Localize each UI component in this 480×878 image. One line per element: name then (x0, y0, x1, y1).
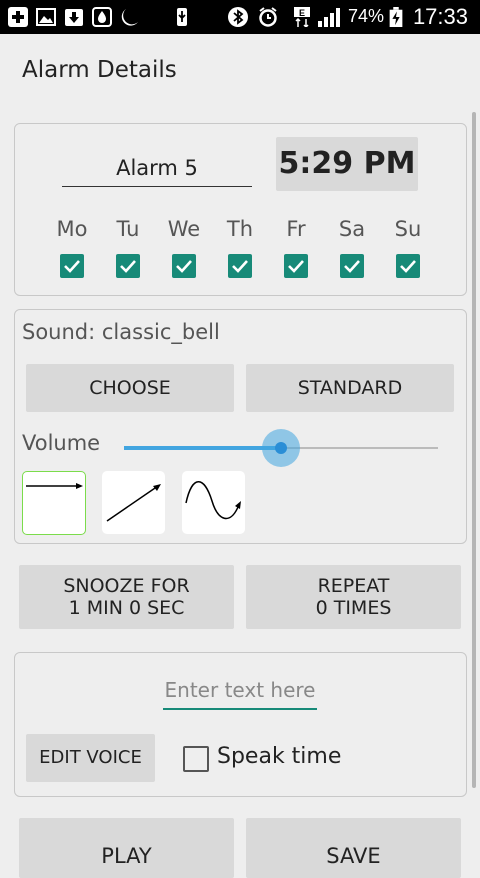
day-checkbox-mo[interactable] (60, 254, 84, 278)
volume-label: Volume (22, 431, 101, 455)
water-drop-icon (92, 7, 112, 27)
checkmark-icon (64, 260, 80, 273)
day-label-su: Su (394, 217, 422, 241)
alarm-clock-icon (259, 7, 277, 27)
volume-curve-linear-button[interactable] (102, 471, 165, 534)
scrollbar[interactable] (472, 112, 476, 788)
day-checkbox-we[interactable] (172, 254, 196, 278)
status-bar: E 74% 17:33 (0, 0, 480, 34)
day-checkbox-sa[interactable] (340, 254, 364, 278)
day-label-fr: Fr (286, 217, 306, 241)
signal-bars-icon (318, 8, 340, 27)
checkmark-icon (232, 260, 248, 273)
sound-label: Sound: classic_bell (22, 320, 220, 344)
battery-charging-icon (389, 7, 403, 27)
snooze-button[interactable]: SNOOZE FOR 1 MIN 0 SEC (19, 565, 234, 629)
save-button-label: SAVE (326, 844, 381, 868)
download-icon (65, 9, 83, 26)
edit-voice-button[interactable]: EDIT VOICE (26, 734, 155, 782)
day-label-tu: Tu (116, 217, 140, 241)
choose-sound-button[interactable]: CHOOSE (26, 364, 234, 412)
svg-text:E: E (299, 8, 305, 18)
day-checkbox-th[interactable] (228, 254, 252, 278)
usb-icon (177, 8, 187, 26)
battery-percent: 74% (348, 6, 385, 26)
alarm-time-button[interactable]: 5:29 PM (276, 137, 418, 191)
constant-curve-icon (26, 483, 83, 489)
speak-time-checkbox[interactable] (183, 746, 209, 772)
checkmark-icon (120, 260, 136, 273)
day-checkbox-su[interactable] (396, 254, 420, 278)
day-label-th: Th (226, 217, 254, 241)
day-label-we: We (167, 217, 201, 241)
volume-curve-constant-button[interactable] (22, 471, 86, 535)
checkmark-icon (344, 260, 360, 273)
snooze-button-line2: 1 MIN 0 SEC (68, 597, 185, 619)
wave-curve-icon (185, 481, 241, 520)
snooze-button-line1: SNOOZE FOR (63, 575, 190, 597)
image-icon (36, 8, 56, 26)
clock-time: 17:33 (412, 4, 468, 29)
day-checkbox-fr[interactable] (284, 254, 308, 278)
bluetooth-icon (228, 7, 248, 27)
voice-text-input[interactable]: Enter text here (163, 676, 317, 710)
volume-slider-fill (124, 446, 282, 450)
plus-icon (8, 7, 28, 27)
repeat-button-line2: 0 TIMES (315, 597, 392, 619)
day-checkbox-tu[interactable] (116, 254, 140, 278)
alarm-name-field[interactable]: Alarm 5 (62, 150, 252, 187)
standard-sound-button[interactable]: STANDARD (246, 364, 454, 412)
play-button-label: PLAY (101, 844, 152, 868)
repeat-button-line1: REPEAT (317, 575, 390, 597)
checkmark-icon (288, 260, 304, 273)
checkmark-icon (400, 260, 416, 273)
day-label-sa: Sa (338, 217, 366, 241)
checkmark-icon (176, 260, 192, 273)
linear-increase-curve-icon (106, 484, 161, 522)
repeat-button[interactable]: REPEAT 0 TIMES (246, 565, 461, 629)
volume-curve-wave-button[interactable] (182, 471, 245, 534)
save-button[interactable]: SAVE (246, 818, 461, 878)
volume-slider-thumb[interactable] (275, 442, 287, 454)
play-button[interactable]: PLAY (19, 818, 234, 878)
sleep-moon-icon (121, 9, 138, 26)
page-title: Alarm Details (22, 57, 177, 83)
day-label-mo: Mo (56, 217, 88, 241)
speak-time-label[interactable]: Speak time (217, 744, 341, 769)
network-e-icon: E (294, 7, 310, 27)
